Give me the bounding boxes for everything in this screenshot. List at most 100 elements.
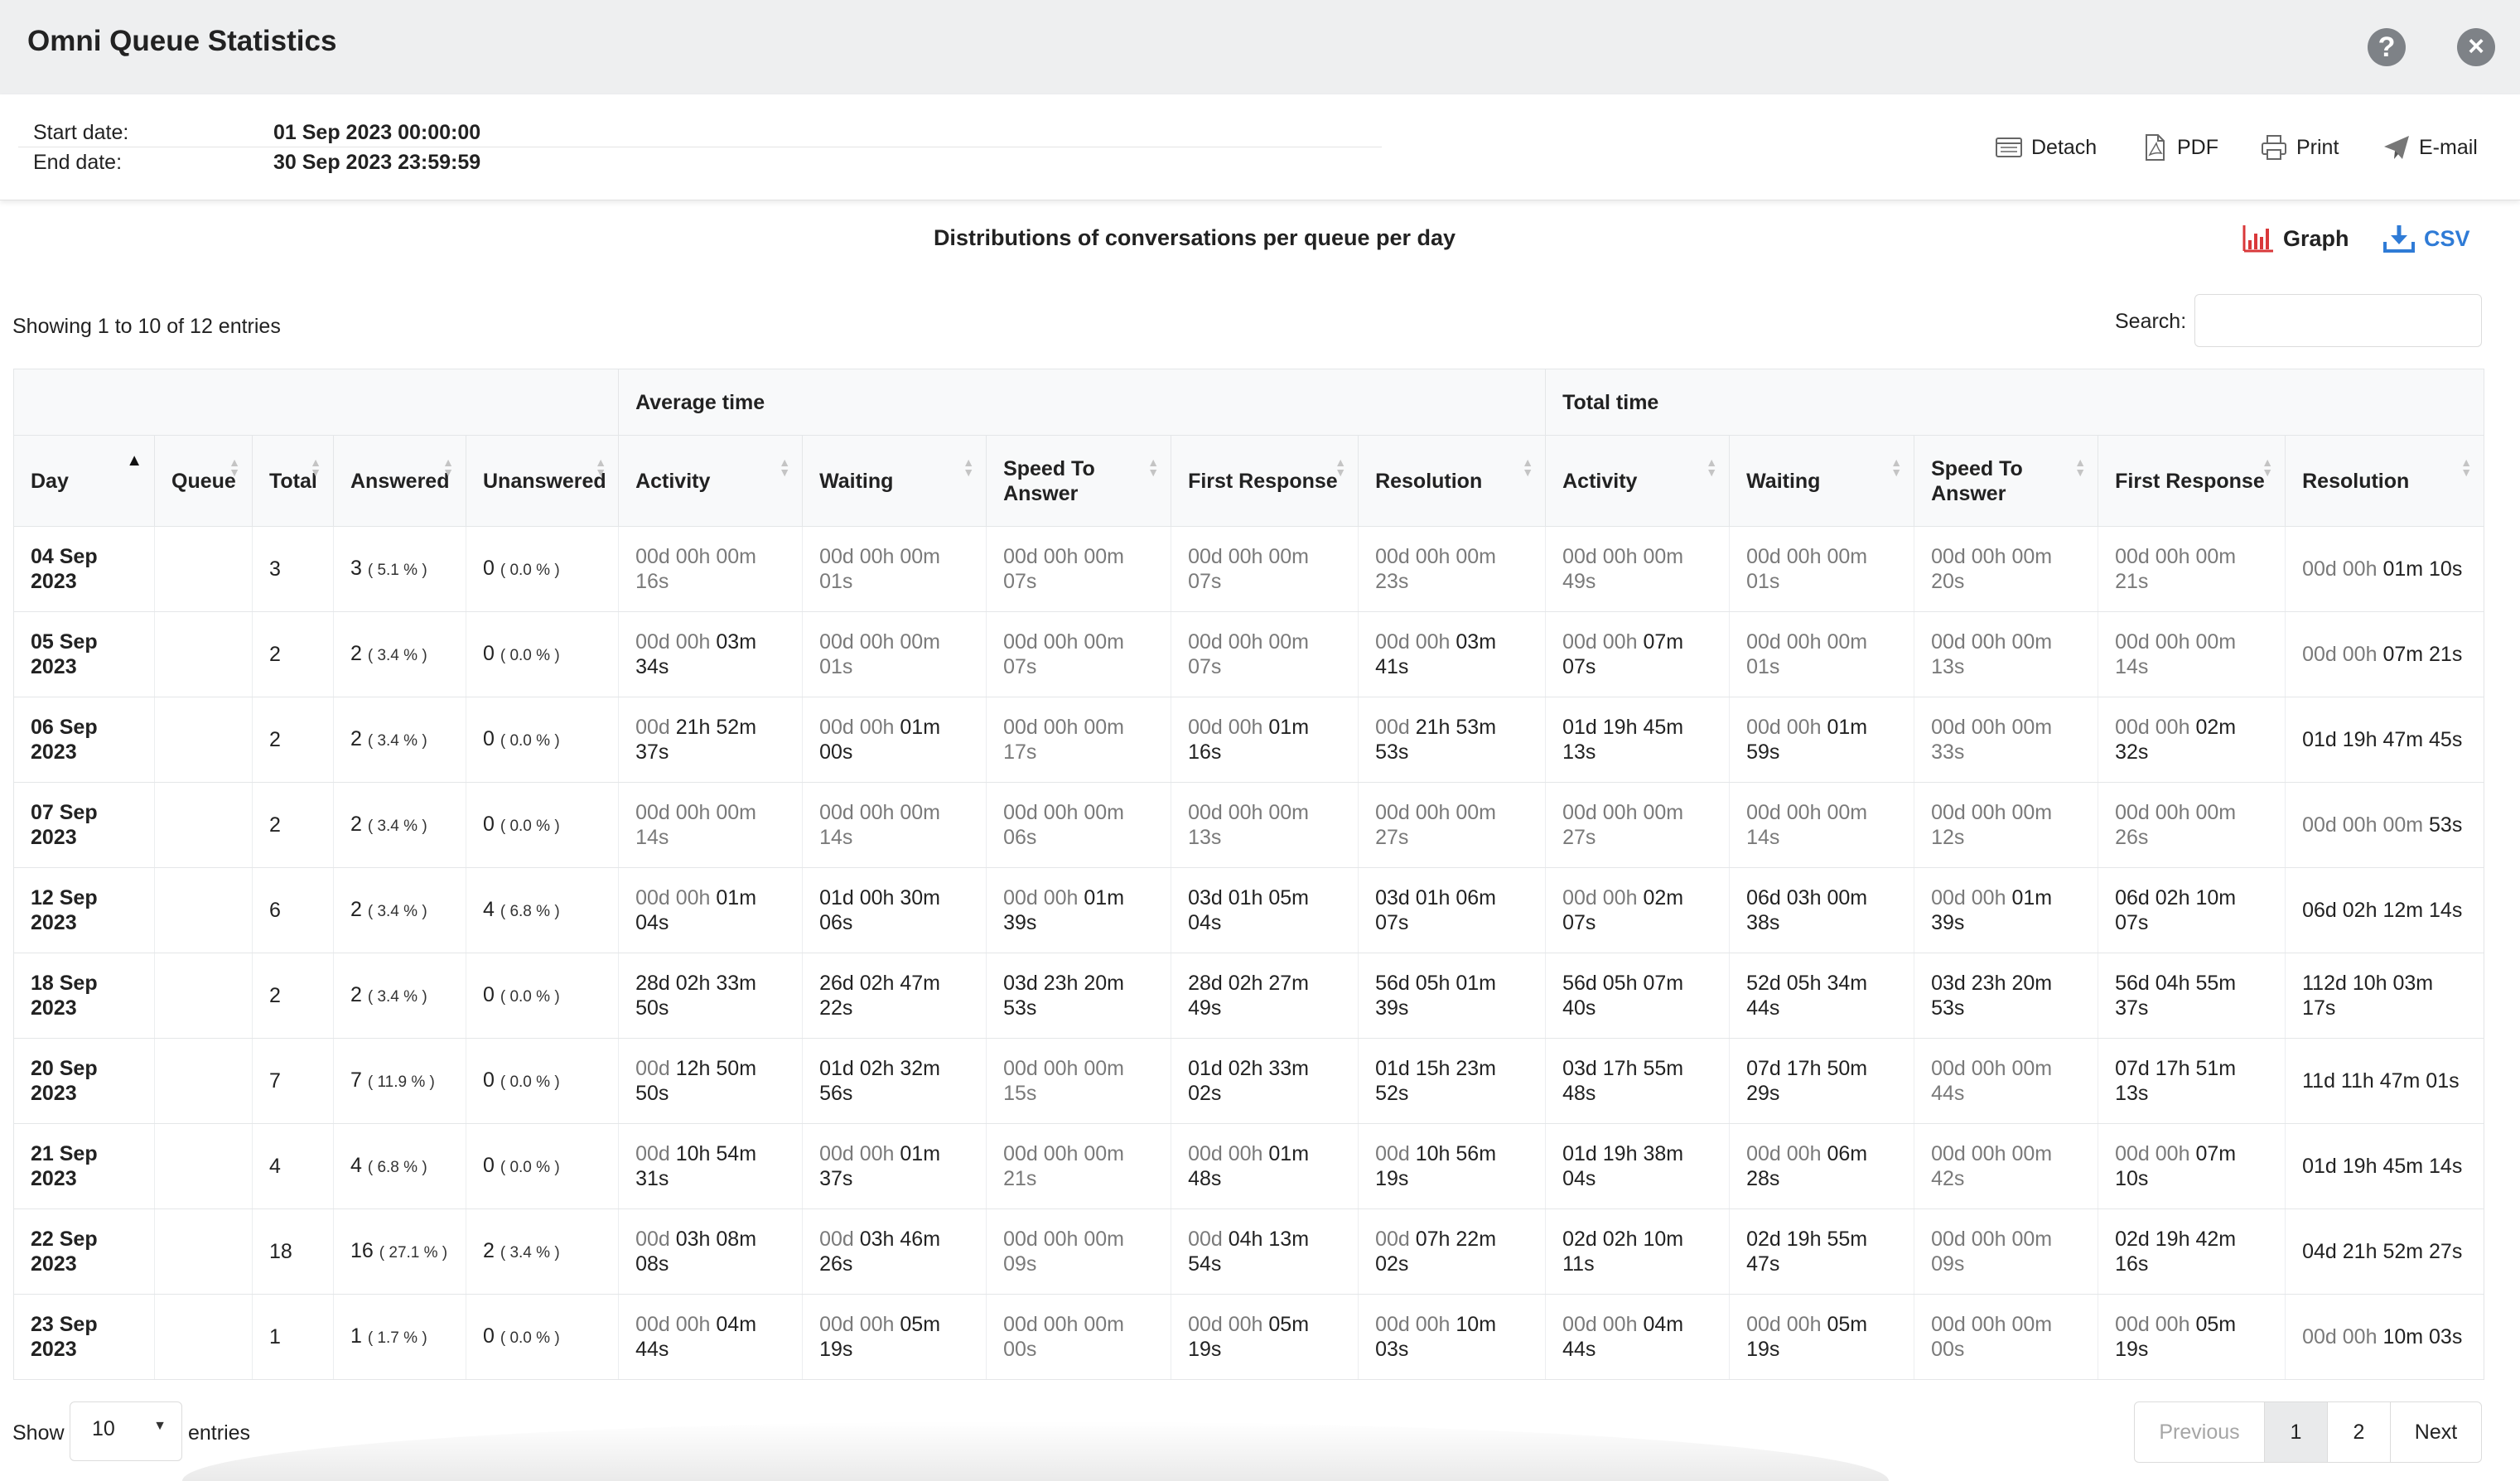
cell-total-first-response: 00d 00h 07m 10s [2098, 1123, 2286, 1209]
column-header-total-first-response[interactable]: First Response ▲ ▼ [2098, 435, 2286, 527]
table-row[interactable]: 22 Sep 2023 18 16 ( 27.1 % ) 2 ( 3.4 % ) 00d… [13, 1208, 2484, 1295]
cell-total-value: 1 [269, 1325, 281, 1348]
time-zero-part: 00d [635, 1057, 676, 1080]
cell-unanswered-count: 0 [483, 641, 495, 665]
csv-label: CSV [2424, 225, 2470, 251]
column-header-label: Speed To Answer [1003, 456, 1095, 505]
cell-total-value: 18 [269, 1240, 292, 1263]
column-header-day[interactable]: Day ▲ [13, 435, 155, 527]
start-date-label: Start date: [33, 121, 129, 144]
cell-answered-percent: ( 11.9 % ) [367, 1073, 435, 1091]
close-icon[interactable]: × [2457, 28, 2495, 66]
cell-unanswered: 2 ( 3.4 % ) [465, 1208, 619, 1295]
time-zero-part: 00d 00h 00m 09s [1003, 1228, 1125, 1276]
cell-avg-first-response: 00d 00h 01m 48s [1171, 1123, 1359, 1209]
date-range-panel: Start date: 01 Sep 2023 00:00:00 End date… [0, 94, 2520, 200]
table-row[interactable]: 12 Sep 2023 6 2 ( 3.4 % ) 4 ( 6.8 % ) 00d 00… [13, 867, 2484, 953]
table-row[interactable]: 18 Sep 2023 2 2 ( 3.4 % ) 0 ( 0.0 % ) 28d 02… [13, 953, 2484, 1039]
time-zero-part: 00d [1188, 1228, 1229, 1251]
cell-total-first-response: 00d 00h 00m 21s [2098, 526, 2286, 612]
time-zero-part: 00d 00h 00m 27s [1562, 801, 1684, 849]
cell-unanswered-count: 0 [483, 982, 495, 1006]
cell-unanswered-percent: ( 0.0 % ) [500, 987, 560, 1006]
csv-button[interactable]: CSV [2382, 224, 2470, 253]
cell-unanswered: 0 ( 0.0 % ) [465, 1038, 619, 1124]
page-2-button[interactable]: 2 [2327, 1402, 2390, 1462]
help-icon[interactable]: ? [2368, 28, 2406, 66]
search-input[interactable] [2194, 294, 2482, 347]
cell-answered: 2 ( 3.4 % ) [333, 611, 466, 697]
cell-avg-waiting: 00d 00h 05m 19s [802, 1294, 987, 1380]
cell-answered-count: 2 [350, 726, 362, 750]
print-icon [2262, 135, 2286, 160]
cell-answered-percent: ( 1.7 % ) [367, 1329, 427, 1347]
cell-unanswered-percent: ( 0.0 % ) [500, 1073, 560, 1091]
cell-total-speed-to-answer: 00d 00h 00m 09s [1914, 1208, 2098, 1295]
cell-total-waiting: 00d 00h 00m 01s [1729, 611, 1914, 697]
time-zero-part: 00d 00h [819, 716, 900, 739]
column-header-total-activity[interactable]: Activity ▲ ▼ [1545, 435, 1730, 527]
page-1-button[interactable]: 1 [2264, 1402, 2327, 1462]
cell-avg-waiting: 01d 00h 30m 06s [802, 867, 987, 953]
table-row[interactable]: 07 Sep 2023 2 2 ( 3.4 % ) 0 ( 0.0 % ) 00d 00… [13, 782, 2484, 868]
table-row[interactable]: 04 Sep 2023 3 3 ( 5.1 % ) 0 ( 0.0 % ) 00d 00… [13, 526, 2484, 612]
time-zero-part: 00d 00h 00m 26s [2115, 801, 2237, 849]
cell-total-waiting: 00d 00h 06m 28s [1729, 1123, 1914, 1209]
column-header-total-resolution[interactable]: Resolution ▲ ▼ [2285, 435, 2484, 527]
column-header-avg-activity[interactable]: Activity ▲ ▼ [618, 435, 803, 527]
table-row[interactable]: 05 Sep 2023 2 2 ( 3.4 % ) 0 ( 0.0 % ) 00d 00… [13, 611, 2484, 697]
pdf-button[interactable]: PDF [2141, 131, 2218, 164]
table-row[interactable]: 20 Sep 2023 7 7 ( 11.9 % ) 0 ( 0.0 % ) 00d 1… [13, 1038, 2484, 1124]
detach-button[interactable]: Detach [1995, 131, 2097, 164]
column-header-label: First Response [2115, 469, 2265, 493]
cell-total-value: 2 [269, 813, 281, 837]
email-button[interactable]: E-mail [2382, 131, 2478, 164]
table-row[interactable]: 21 Sep 2023 4 4 ( 6.8 % ) 0 ( 0.0 % ) 00d 10… [13, 1123, 2484, 1209]
cell-day: 21 Sep 2023 [13, 1123, 155, 1209]
end-date-value: 30 Sep 2023 23:59:59 [273, 151, 481, 174]
time-zero-part: 00d 00h 00m 15s [1003, 1057, 1125, 1105]
column-header-total-waiting[interactable]: Waiting ▲ ▼ [1729, 435, 1914, 527]
cell-answered: 2 ( 3.4 % ) [333, 697, 466, 783]
time-zero-part: 00d 00h [1562, 886, 1644, 909]
table-row[interactable]: 23 Sep 2023 1 1 ( 1.7 % ) 0 ( 0.0 % ) 00d 00… [13, 1294, 2484, 1380]
entries-info: Showing 1 to 10 of 12 entries [12, 315, 281, 338]
column-header-answered[interactable]: Answered ▲ ▼ [333, 435, 466, 527]
decorative-shadow [182, 1421, 1889, 1481]
column-header-total[interactable]: Total ▲ ▼ [252, 435, 334, 527]
time-value-part: 06d 02h 12m 14s [2302, 899, 2463, 922]
sort-icon: ▲ ▼ [1706, 456, 1718, 479]
graph-button[interactable]: Graph [2242, 224, 2349, 253]
previous-button[interactable]: Previous [2135, 1402, 2264, 1462]
print-button[interactable]: Print [2260, 131, 2339, 164]
column-header-total-speed-to-answer[interactable]: Speed To Answer ▲ ▼ [1914, 435, 2098, 527]
column-header-avg-speed-to-answer[interactable]: Speed To Answer ▲ ▼ [986, 435, 1171, 527]
cell-unanswered-percent: ( 3.4 % ) [500, 1243, 560, 1262]
time-zero-part: 00d 00h 00m 13s [1931, 630, 2053, 678]
time-zero-part: 00d 00h [819, 1313, 900, 1336]
cell-unanswered: 0 ( 0.0 % ) [465, 1123, 619, 1209]
time-zero-part: 00d 00h 00m 14s [819, 801, 941, 849]
next-button[interactable]: Next [2390, 1402, 2481, 1462]
time-value-part: 06d 03h 00m 38s [1746, 886, 1868, 934]
time-zero-part: 00d 00h [1746, 1142, 1827, 1165]
page-size-select[interactable]: 10 ▼ [70, 1401, 182, 1461]
cell-total: 4 [252, 1123, 334, 1209]
column-header-avg-first-response[interactable]: First Response ▲ ▼ [1171, 435, 1359, 527]
cell-avg-activity: 00d 00h 01m 04s [618, 867, 803, 953]
column-header-queue[interactable]: Queue ▲ ▼ [154, 435, 253, 527]
cell-answered-percent: ( 27.1 % ) [379, 1243, 448, 1262]
cell-unanswered: 0 ( 0.0 % ) [465, 953, 619, 1039]
column-header-avg-waiting[interactable]: Waiting ▲ ▼ [802, 435, 987, 527]
column-header-avg-resolution[interactable]: Resolution ▲ ▼ [1358, 435, 1546, 527]
time-zero-part: 00d 00h [635, 1313, 717, 1336]
cell-total: 3 [252, 526, 334, 612]
column-header-unanswered[interactable]: Unanswered ▲ ▼ [465, 435, 619, 527]
time-zero-part: 00d 00h [2115, 1313, 2196, 1336]
cell-total-activity: 00d 00h 00m 49s [1545, 526, 1730, 612]
table-row[interactable]: 06 Sep 2023 2 2 ( 3.4 % ) 0 ( 0.0 % ) 00d 21… [13, 697, 2484, 783]
cell-avg-resolution: 00d 00h 03m 41s [1358, 611, 1546, 697]
time-zero-part: 00d 00h [1375, 1313, 1456, 1336]
time-zero-part: 00d 00h [1188, 716, 1269, 739]
cell-avg-waiting: 00d 00h 01m 37s [802, 1123, 987, 1209]
